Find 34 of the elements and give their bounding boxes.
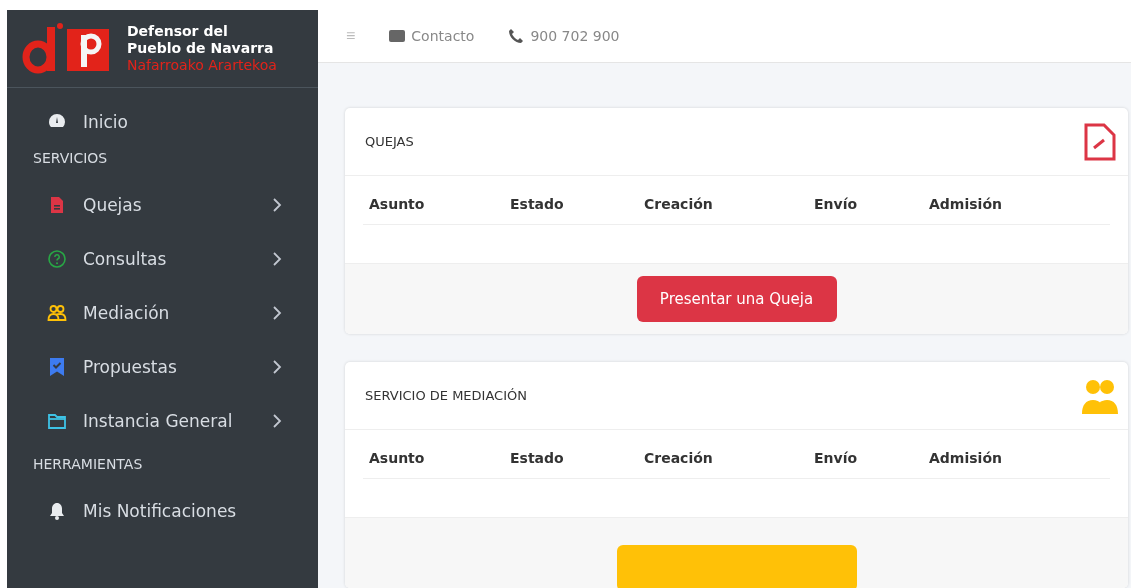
brand-name: Defensor del	[127, 23, 229, 40]
brand-subtitle: Nafarroako Arartekoa	[127, 57, 277, 74]
column-header: Admisión	[929, 196, 1002, 212]
sidebar-item[interactable]: Instancia General	[7, 394, 318, 448]
phone-link[interactable]: 900 702 900	[508, 28, 620, 44]
section-header: SERVICIOS	[32, 149, 109, 168]
submit-button[interactable]	[616, 545, 857, 588]
card-title: SERVICIO DE MEDIACIÓN	[365, 388, 527, 403]
column-header: Asunto	[369, 450, 426, 466]
column-header: Estado	[510, 450, 565, 466]
chevron-icon	[272, 197, 282, 213]
column-header: Envío	[814, 196, 859, 212]
column-header: Creación	[644, 450, 714, 466]
card-title: QUEJAS	[365, 134, 414, 149]
chevron-icon	[272, 305, 282, 321]
column-header: Admisión	[929, 450, 1002, 466]
chevron-icon	[272, 251, 282, 267]
chevron-icon	[272, 413, 282, 429]
sidebar-item[interactable]: Mediación	[7, 286, 318, 340]
submit-button[interactable]: Presentar una Queja	[636, 276, 837, 322]
sidebar-item[interactable]: Quejas	[7, 178, 318, 232]
column-header: Asunto	[369, 196, 426, 212]
contact-link[interactable]: Contacto	[389, 28, 475, 44]
chevron-icon	[272, 359, 282, 375]
sidebar-item[interactable]: Inicio	[7, 102, 318, 142]
column-header: Envío	[814, 450, 859, 466]
column-header: Estado	[510, 196, 565, 212]
sidebar-item[interactable]: Mis Notificaciones	[7, 484, 318, 538]
sidebar-item[interactable]: Consultas	[7, 232, 318, 286]
brand-name: Pueblo de Navarra	[127, 40, 275, 57]
phone-icon	[508, 28, 525, 44]
sidebar-item[interactable]: Propuestas	[7, 340, 318, 394]
section-header: HERRAMIENTAS	[32, 455, 144, 474]
column-header: Creación	[644, 196, 714, 212]
